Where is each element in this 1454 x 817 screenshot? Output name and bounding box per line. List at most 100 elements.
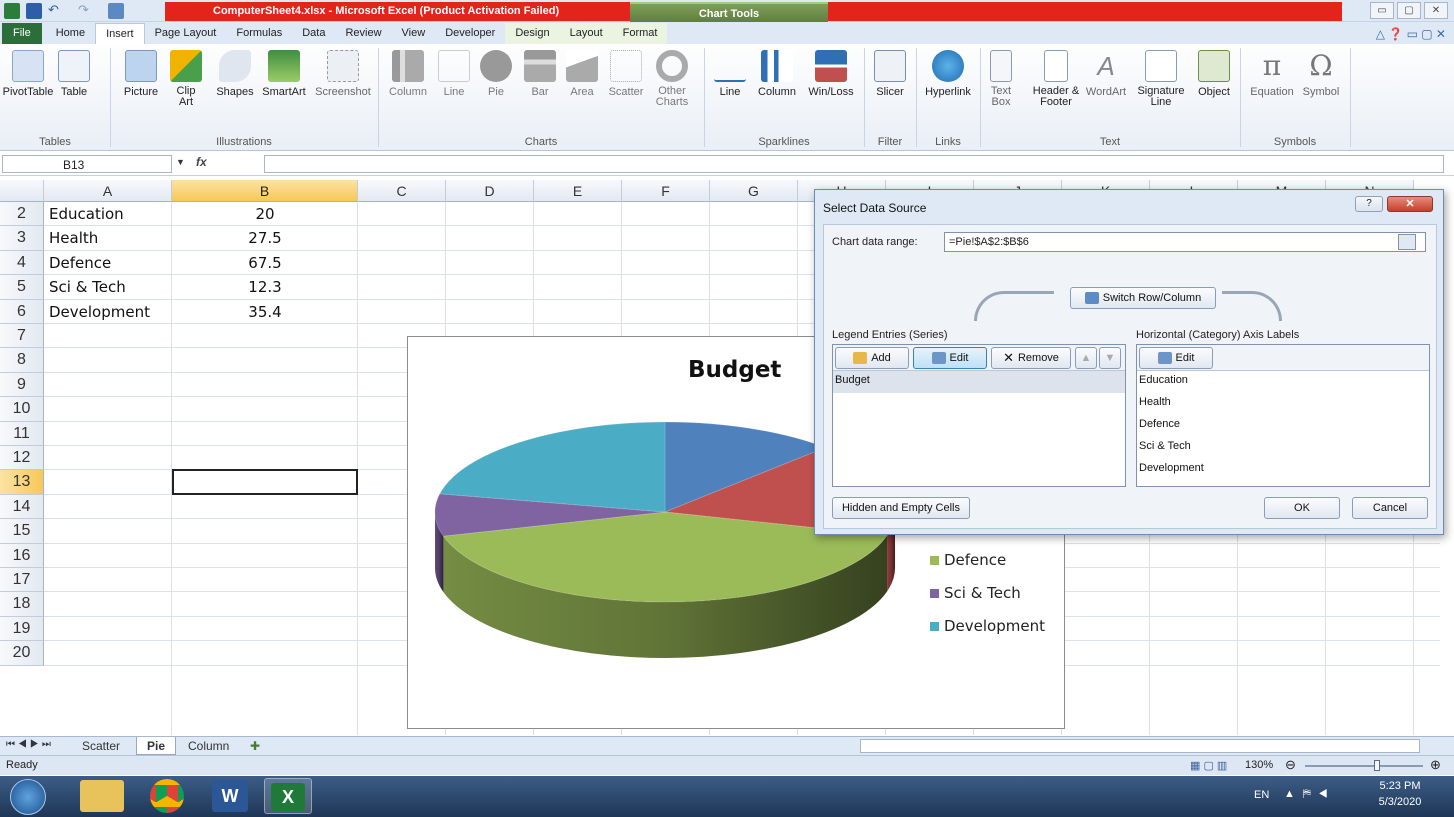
row-header-7[interactable]: 7 <box>0 324 44 349</box>
minimize-button[interactable]: ▭ <box>1370 2 1394 19</box>
edit-axis-labels-button[interactable]: Edit <box>1139 347 1213 369</box>
word-icon[interactable]: W <box>212 780 248 812</box>
cell-a5[interactable]: Sci & Tech <box>49 278 126 296</box>
hyperlink-button[interactable]: Hyperlink <box>920 50 976 98</box>
tab-insert[interactable]: Insert <box>95 23 145 44</box>
row-header-4[interactable]: 4 <box>0 250 44 276</box>
tab-file[interactable]: File <box>2 23 42 44</box>
cell-a6[interactable]: Development <box>49 303 150 321</box>
excel-taskbar-button[interactable]: X <box>264 778 312 814</box>
tab-home[interactable]: Home <box>46 23 95 44</box>
tab-format[interactable]: Format <box>612 23 668 44</box>
row-header-16[interactable]: 16 <box>0 543 44 568</box>
column-header-d[interactable]: D <box>446 180 534 202</box>
row-header-5[interactable]: 5 <box>0 275 44 300</box>
series-item[interactable]: Budget <box>833 371 1125 393</box>
tab-review[interactable]: Review <box>335 23 391 44</box>
pivottable-button[interactable]: PivotTable <box>2 50 54 98</box>
row-header-18[interactable]: 18 <box>0 592 44 617</box>
textbox-button[interactable]: Text Box <box>986 50 1016 108</box>
selected-cell[interactable] <box>172 469 358 495</box>
redo-icon[interactable]: ↷ <box>78 3 94 19</box>
cell-a3[interactable]: Health <box>49 229 98 247</box>
zoom-out-icon[interactable]: ⊖ <box>1285 757 1296 773</box>
view-buttons-icon[interactable]: ▦ ▢ ▥ <box>1190 759 1227 772</box>
switch-row-column-button[interactable]: Switch Row/Column <box>1070 287 1216 309</box>
cell-b6[interactable]: 35.4 <box>172 303 358 321</box>
name-box[interactable]: B13 <box>2 155 172 173</box>
row-header-11[interactable]: 11 <box>0 421 44 446</box>
cancel-button[interactable]: Cancel <box>1352 497 1428 519</box>
zoom-slider-handle[interactable] <box>1374 760 1380 771</box>
picture-button[interactable]: Picture <box>116 50 166 98</box>
axis-label-item[interactable]: Education <box>1137 371 1429 393</box>
sparkline-winloss-button[interactable]: Win/Loss <box>804 50 858 98</box>
hidden-empty-cells-button[interactable]: Hidden and Empty Cells <box>832 497 970 519</box>
signature-line-button[interactable]: Signature Line <box>1130 50 1192 108</box>
cell-b5[interactable]: 12.3 <box>172 278 358 296</box>
column-header-e[interactable]: E <box>534 180 622 202</box>
row-header-14[interactable]: 14 <box>0 494 44 520</box>
sheet-tab-pie[interactable]: Pie <box>136 737 177 755</box>
zoom-slider[interactable] <box>1305 765 1423 767</box>
shapes-button[interactable]: Shapes <box>212 50 258 98</box>
legend-entries-list[interactable]: Add Edit ✕ Remove ▲ ▼ Budget <box>832 344 1126 487</box>
row-header-2[interactable]: 2 <box>0 202 44 227</box>
symbol-button[interactable]: Ω Symbol <box>1298 50 1344 99</box>
chart-pie-button[interactable]: Pie <box>476 50 516 98</box>
axis-label-item[interactable]: Development <box>1137 459 1429 481</box>
axis-label-item[interactable]: Sci & Tech <box>1137 437 1429 459</box>
cell-b4[interactable]: 67.5 <box>172 254 358 272</box>
remove-series-button[interactable]: ✕ Remove <box>991 347 1071 369</box>
cell-b3[interactable]: 27.5 <box>172 229 358 247</box>
tab-view[interactable]: View <box>392 23 436 44</box>
sheet-tab-scatter[interactable]: Scatter <box>72 737 130 755</box>
axis-labels-list[interactable]: Edit Education Health Defence Sci & Tech Dev… <box>1136 344 1430 487</box>
sparkline-line-button[interactable]: Line <box>712 50 748 98</box>
row-header-12[interactable]: 12 <box>0 446 44 471</box>
language-indicator[interactable]: EN <box>1254 789 1269 801</box>
table-button[interactable]: Table <box>54 50 94 98</box>
file-explorer-icon[interactable] <box>80 780 124 812</box>
row-header-17[interactable]: 17 <box>0 568 44 593</box>
chart-data-range-input[interactable]: =Pie!$A$2:$B$6 <box>944 232 1426 252</box>
cell-a4[interactable]: Defence <box>49 254 111 272</box>
row-header-19[interactable]: 19 <box>0 616 44 642</box>
tab-developer[interactable]: Developer <box>435 23 505 44</box>
cell-a2[interactable]: Education <box>49 205 124 223</box>
chart-line-button[interactable]: Line <box>434 50 474 98</box>
start-button-icon[interactable] <box>10 779 46 815</box>
maximize-button[interactable]: ▢ <box>1397 2 1421 19</box>
insert-function-icon[interactable]: fx <box>196 155 256 173</box>
equation-button[interactable]: π Equation <box>1246 50 1298 99</box>
tab-formulas[interactable]: Formulas <box>226 23 292 44</box>
undo-icon[interactable]: ↶ <box>48 3 64 19</box>
screenshot-button[interactable]: Screenshot <box>312 50 374 98</box>
name-box-dropdown-icon[interactable]: ▼ <box>176 157 185 167</box>
add-series-button[interactable]: Add <box>835 347 909 369</box>
zoom-level[interactable]: 130% <box>1245 759 1273 771</box>
row-header-9[interactable]: 9 <box>0 372 44 398</box>
row-header-15[interactable]: 15 <box>0 519 44 544</box>
row-header-8[interactable]: 8 <box>0 348 44 373</box>
chart-area-button[interactable]: Area <box>562 50 602 98</box>
tab-layout[interactable]: Layout <box>559 23 613 44</box>
formula-input[interactable] <box>264 155 1444 173</box>
tab-design[interactable]: Design <box>505 23 560 44</box>
object-button[interactable]: Object <box>1192 50 1236 98</box>
ok-button[interactable]: OK <box>1264 497 1340 519</box>
ribbon-help-icons[interactable]: △ ❓ ▭ ▢ ✕ <box>1368 27 1454 44</box>
sparkline-column-button[interactable]: Column <box>752 50 802 98</box>
column-header-b[interactable]: B <box>172 180 358 202</box>
clock-time[interactable]: 5:23 PM <box>1370 780 1430 792</box>
chart-column-button[interactable]: Column <box>384 50 432 98</box>
row-header-6[interactable]: 6 <box>0 299 44 324</box>
sheet-tab-column[interactable]: Column <box>178 737 239 755</box>
quick-access-custom-icon[interactable] <box>108 3 124 19</box>
cell-b2[interactable]: 20 <box>172 205 358 223</box>
dialog-help-button[interactable]: ? <box>1355 196 1383 212</box>
row-header-13[interactable]: 13 <box>0 470 44 495</box>
row-header-20[interactable]: 20 <box>0 641 44 666</box>
chart-bar-button[interactable]: Bar <box>520 50 560 98</box>
tab-page-layout[interactable]: Page Layout <box>145 23 227 44</box>
